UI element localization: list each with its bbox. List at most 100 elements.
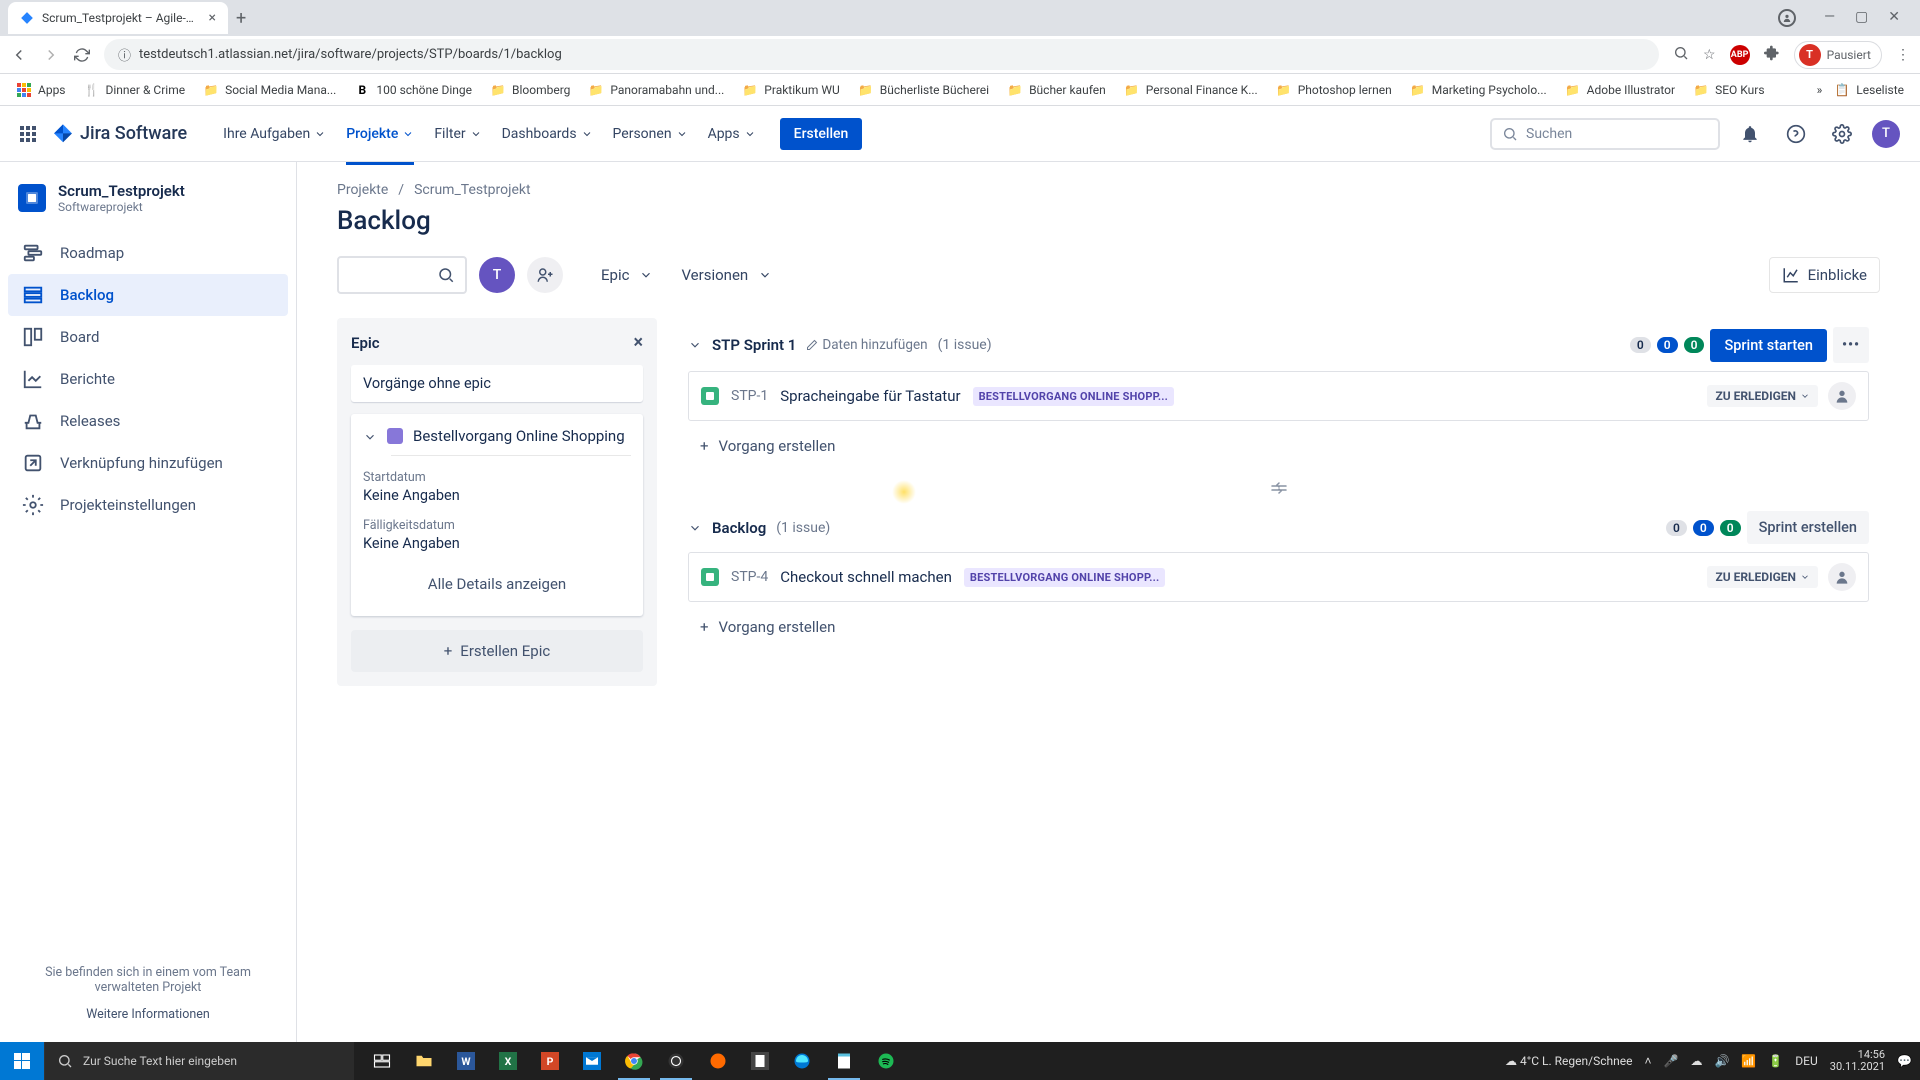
tray-wifi-icon[interactable]: 📶 [1741,1054,1756,1068]
file-explorer-icon[interactable] [404,1042,444,1080]
minimize-icon[interactable]: — [1824,9,1835,27]
reload-button[interactable] [74,47,90,63]
app-icon[interactable] [698,1042,738,1080]
back-button[interactable] [10,46,28,64]
reading-list[interactable]: 📋Leseliste [1828,78,1910,102]
chrome-icon[interactable] [614,1042,654,1080]
sidebar-item-board[interactable]: Board [8,316,288,358]
close-epic-panel-icon[interactable]: × [633,332,643,353]
notifications-icon[interactable] [1734,118,1766,150]
breadcrumb-projects[interactable]: Projekte [337,182,388,198]
epic-lozenge[interactable]: BESTELLVORGANG ONLINE SHOPP... [973,387,1175,406]
extensions-icon[interactable] [1764,45,1780,65]
add-dates-button[interactable]: Daten hinzufügen [806,337,927,353]
tray-volume-icon[interactable]: 🔊 [1714,1054,1729,1068]
word-icon[interactable]: W [446,1042,486,1080]
sidebar-item-backlog[interactable]: Backlog [8,274,288,316]
tray-language[interactable]: DEU [1795,1054,1817,1068]
nav-filters[interactable]: Filter [426,120,489,148]
bookmark-item[interactable]: 🍴Dinner & Crime [78,78,192,102]
chevron-down-icon[interactable] [688,521,702,535]
help-icon[interactable] [1780,118,1812,150]
app-switcher-icon[interactable] [20,126,36,142]
notepad-icon[interactable] [824,1042,864,1080]
assignee-unassigned[interactable] [1828,382,1856,410]
bookmark-item[interactable]: 📁Adobe Illustrator [1559,78,1681,102]
tab-close-icon[interactable]: × [209,10,216,26]
sidebar-item-releases[interactable]: Releases [8,400,288,442]
create-issue-button[interactable]: +Vorgang erstellen [688,427,1869,465]
jira-logo[interactable]: Jira Software [52,123,187,145]
issue-key[interactable]: STP-1 [731,388,768,404]
weather-widget[interactable]: ☁ 4°C L. Regen/Schnee [1505,1054,1632,1068]
new-tab-button[interactable]: + [236,8,246,29]
issue-key[interactable]: STP-4 [731,569,768,585]
powerpoint-icon[interactable]: P [530,1042,570,1080]
epic-card[interactable]: Bestellvorgang Online Shopping Startdatu… [351,414,643,616]
apps-bookmark[interactable]: Apps [10,78,72,102]
abp-extension-icon[interactable]: ABP [1730,45,1750,65]
nav-people[interactable]: Personen [605,120,696,148]
view-details-button[interactable]: Alle Details anzeigen [363,564,631,604]
browser-tab[interactable]: Scrum_Testprojekt – Agile-Board × [8,2,228,34]
chrome-profile-icon[interactable] [1778,9,1796,27]
settings-icon[interactable] [1826,118,1858,150]
epic-filter[interactable]: Epic [593,260,661,290]
task-view-icon[interactable] [362,1042,402,1080]
versions-filter[interactable]: Versionen [673,260,780,290]
nav-dashboards[interactable]: Dashboards [494,120,601,148]
sidebar-footer-link[interactable]: Weitere Informationen [28,1007,268,1022]
breadcrumb-project[interactable]: Scrum_Testprojekt [414,182,531,198]
bookmark-item[interactable]: 📁Social Media Mana... [197,78,342,102]
insights-button[interactable]: Einblicke [1769,257,1880,293]
zoom-icon[interactable] [1673,45,1689,65]
issue-status[interactable]: ZU ERLEDIGEN [1707,385,1818,407]
tray-mic-icon[interactable]: 🎤 [1663,1054,1678,1068]
sidebar-item-settings[interactable]: Projekteinstellungen [8,484,288,526]
taskbar-search[interactable]: Zur Suche Text hier eingeben [44,1042,354,1080]
start-sprint-button[interactable]: Sprint starten [1710,329,1827,362]
nav-apps[interactable]: Apps [700,120,764,148]
tray-battery-icon[interactable]: 🔋 [1768,1054,1783,1068]
sprint-more-button[interactable]: ••• [1833,327,1869,363]
maximize-icon[interactable]: ▢ [1855,9,1868,27]
sidebar-item-add-link[interactable]: Verknüpfung hinzufügen [8,442,288,484]
resize-handle[interactable] [677,474,1880,502]
issue-status[interactable]: ZU ERLEDIGEN [1707,566,1818,588]
bookmark-item[interactable]: 📁Photoshop lernen [1270,78,1398,102]
bookmark-item[interactable]: 📁SEO Kurs [1687,78,1770,102]
bookmark-item[interactable]: 📁Marketing Psycholo... [1404,78,1553,102]
taskbar-clock[interactable]: 14:56 30.11.2021 [1830,1049,1885,1073]
bookmarks-overflow[interactable]: » [1817,83,1823,97]
bookmark-item[interactable]: B100 schöne Dinge [348,78,478,102]
chevron-down-icon[interactable] [363,430,377,444]
due-date-value[interactable]: Keine Angaben [363,535,631,552]
user-avatar[interactable]: T [1872,120,1900,148]
issues-without-epic[interactable]: Vorgänge ohne epic [351,365,643,402]
chrome-menu-icon[interactable]: ⋮ [1896,47,1910,63]
app-icon[interactable] [740,1042,780,1080]
add-people-button[interactable] [527,257,563,293]
bookmark-item[interactable]: 📁Praktikum WU [736,78,845,102]
bookmark-star-icon[interactable]: ☆ [1703,47,1716,63]
sprint-name[interactable]: STP Sprint 1 [712,336,796,354]
nav-projects[interactable]: Projekte [338,120,422,148]
start-date-value[interactable]: Keine Angaben [363,487,631,504]
chevron-down-icon[interactable] [688,338,702,352]
forward-button[interactable] [42,46,60,64]
create-epic-button[interactable]: +Erstellen Epic [351,630,643,672]
spotify-icon[interactable] [866,1042,906,1080]
assignee-unassigned[interactable] [1828,563,1856,591]
chrome-profile-badge[interactable]: T Pausiert [1794,41,1882,69]
nav-your-work[interactable]: Ihre Aufgaben [215,120,334,148]
create-button[interactable]: Erstellen [780,118,863,150]
issue-row[interactable]: STP-4 Checkout schnell machen BESTELLVOR… [688,552,1869,602]
issue-row[interactable]: STP-1 Spracheingabe für Tastatur BESTELL… [688,371,1869,421]
start-button[interactable] [0,1042,44,1080]
assignee-filter-me[interactable]: T [479,257,515,293]
bookmark-item[interactable]: 📁Panoramabahn und... [582,78,730,102]
edge-icon[interactable] [782,1042,822,1080]
sidebar-item-reports[interactable]: Berichte [8,358,288,400]
action-center-icon[interactable]: 💬 [1897,1054,1912,1068]
bookmark-item[interactable]: 📁Bloomberg [484,78,576,102]
